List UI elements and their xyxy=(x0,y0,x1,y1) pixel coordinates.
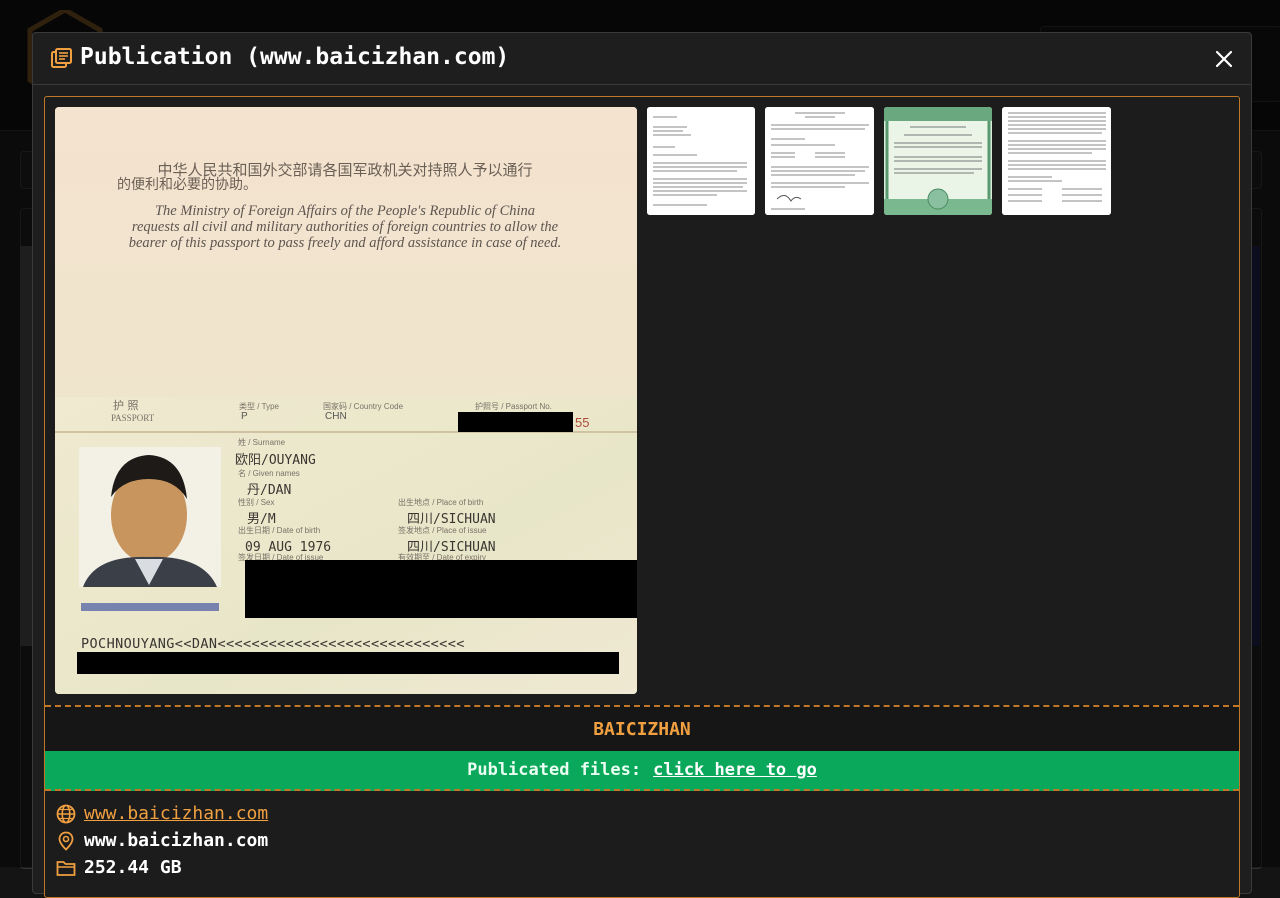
document-thumbnail xyxy=(1002,107,1111,215)
passport-label-pob: 出生地点 / Place of birth xyxy=(398,497,483,507)
thumbnail-2[interactable] xyxy=(765,107,874,215)
passport-cn-line2: 的便利和必要的协助。 xyxy=(117,177,257,193)
publicated-files-band: Publicated files: click here to go xyxy=(45,751,1239,791)
passport-label-country: 国家码 / Country Code xyxy=(323,401,404,411)
folder-icon xyxy=(56,858,76,878)
location-row: www.baicizhan.com xyxy=(56,830,268,851)
passport-en-line1: The Ministry of Foreign Affairs of the P… xyxy=(155,203,535,219)
passport-pob: 四川/SICHUAN xyxy=(407,512,496,527)
publication-modal: Publication (www.baicizhan.com) 中华人民共和国外… xyxy=(32,32,1252,898)
passport-mrz-redaction xyxy=(77,652,619,674)
publicated-files-link[interactable]: click here to go xyxy=(653,760,817,780)
passport-image: 中华人民共和国外交部请各国军政机关对持照人予以通行 的便利和必要的协助。 The… xyxy=(55,107,637,694)
publicated-files-label: Publicated files: xyxy=(467,760,642,780)
close-button[interactable] xyxy=(1211,46,1237,72)
passport-no-redaction xyxy=(458,412,573,432)
passport-label-en: PASSPORT xyxy=(111,413,155,423)
passport-en-line2: requests all civil and military authorit… xyxy=(132,219,559,235)
passport-label-given: 名 / Given names xyxy=(238,468,300,478)
passport-label-dob: 出生日期 / Date of birth xyxy=(238,525,320,535)
books-icon xyxy=(51,48,72,68)
passport-photo xyxy=(79,447,221,587)
map-pin-icon xyxy=(56,831,76,851)
passport-dates-redaction xyxy=(245,560,637,618)
document-thumbnail xyxy=(647,107,755,215)
passport-country-value: CHN xyxy=(325,411,347,422)
modal-title: Publication (www.baicizhan.com) xyxy=(80,44,510,70)
passport-barcode xyxy=(81,603,219,611)
passport-label-surname: 姓 / Surname xyxy=(238,437,286,447)
location-text: www.baicizhan.com xyxy=(84,830,269,851)
passport-label-sex: 性别 / Sex xyxy=(238,497,274,507)
passport-given: 丹/DAN xyxy=(247,483,291,498)
publication-name-band: BAICIZHAN xyxy=(45,705,1239,753)
size-text: 252.44 GB xyxy=(84,857,182,878)
website-link[interactable]: www.baicizhan.com xyxy=(84,803,268,824)
size-row: 252.44 GB xyxy=(56,857,182,878)
passport-en-line3: bearer of this passport to pass freely a… xyxy=(129,235,562,251)
passport-mrz: POCHNOUYANG<<DAN<<<<<<<<<<<<<<<<<<<<<<<<… xyxy=(81,636,465,652)
modal-header: Publication (www.baicizhan.com) xyxy=(33,33,1251,85)
image-gallery: 中华人民共和国外交部请各国军政机关对持照人予以通行 的便利和必要的协助。 The… xyxy=(55,107,1229,695)
passport-no-tail: 55 xyxy=(575,415,589,430)
thumbnail-3-certificate[interactable] xyxy=(884,107,992,215)
close-icon xyxy=(1215,50,1233,68)
thumbnail-1[interactable] xyxy=(647,107,755,215)
certificate-thumbnail xyxy=(884,107,992,215)
passport-surname: 欧阳/OUYANG xyxy=(235,453,316,468)
passport-sex: 男/M xyxy=(247,512,276,527)
passport-label-no: 护照号 / Passport No. xyxy=(475,401,552,411)
publication-card: 中华人民共和国外交部请各国军政机关对持照人予以通行 的便利和必要的协助。 The… xyxy=(44,96,1240,898)
passport-type-value: P xyxy=(241,411,248,422)
passport-label-poi: 签发地点 / Place of issue xyxy=(398,525,487,535)
publication-name: BAICIZHAN xyxy=(593,718,691,740)
passport-label-type: 类型 / Type xyxy=(239,401,280,411)
website-row: www.baicizhan.com xyxy=(56,803,268,824)
thumbnail-4[interactable] xyxy=(1002,107,1111,215)
main-image-passport[interactable]: 中华人民共和国外交部请各国军政机关对持照人予以通行 的便利和必要的协助。 The… xyxy=(55,107,637,694)
passport-label-cn: 护 照 xyxy=(113,398,139,412)
globe-icon xyxy=(56,804,76,824)
document-thumbnail xyxy=(765,107,874,215)
